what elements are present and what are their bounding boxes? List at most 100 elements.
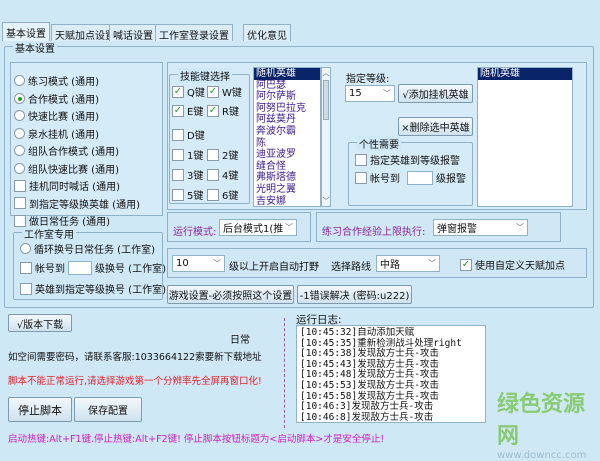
checkbox[interactable] [172,128,184,141]
stop-script-button[interactable]: 停止脚本 [8,397,72,422]
checkbox[interactable] [172,148,184,161]
mode-option[interactable]: 合作模式 (通用) [14,91,99,106]
log-entry: [10:46:8]发现敌方士兵-攻击 [300,411,434,423]
value: 15 [349,88,362,99]
checkbox[interactable] [20,261,32,274]
route-label: 选择路线 [331,262,371,273]
hero-list[interactable]: 随机英雄 阿巴瑟 阿尔萨斯 阿努巴拉克 阿兹莫丹 奔波尔霸陈迪亚波罗 缝合怪 弗斯塔德 光明之翼… [253,67,321,207]
studio-level-input[interactable] [68,260,92,275]
checkbox[interactable] [207,188,219,201]
radio[interactable] [14,110,25,121]
studio-hero-option[interactable]: 英雄到指定等级换号 (工作室) [20,281,166,296]
checkbox[interactable] [172,188,184,201]
hero-list-item[interactable]: 迪亚波罗 [254,149,320,161]
mode-option[interactable]: 练习模式 (通用) [14,73,99,88]
delete-hero-button[interactable]: ×删除选中英雄 [398,117,473,136]
level-select[interactable]: 15 ﹀ [345,85,395,102]
version-download-button[interactable]: √版本下载 [8,314,72,332]
run-mode-select[interactable]: 后台模式1(推 ﹀ [219,219,297,236]
hero-list-scrollbar[interactable]: ︿ ﹀ [321,67,331,207]
hero-list-item[interactable]: 奔波尔霸 [254,126,320,138]
checkbox[interactable] [14,214,26,227]
custom-talent-option[interactable]: ✓ 使用自定义天赋加点 [460,257,565,272]
mode-option[interactable]: 泉水挂机 (通用) [14,126,99,141]
checkbox[interactable] [172,168,184,181]
skill-key-option[interactable]: D键 [172,127,205,142]
mode-option[interactable]: 做日常任务 (通用) [14,213,110,228]
mode-option[interactable]: 挂机同时喊话 (通用) [14,178,120,193]
skill-key-option[interactable]: ✓ R键 [207,103,239,118]
studio-account-option[interactable]: 帐号到 级换号 (工作室) [20,260,166,275]
skill-key-option[interactable]: ✓ E键 [172,103,203,118]
hero-level-alert-option[interactable]: 指定英雄到等级报警 [355,152,460,167]
checkbox[interactable] [207,148,219,161]
selected-hero-list[interactable]: 随机英雄 [477,67,573,207]
checkbox[interactable] [14,197,26,209]
radio[interactable] [14,75,25,86]
radio[interactable] [14,145,25,156]
hero-list-item[interactable]: 缝合怪 [254,161,320,173]
scroll-up-icon[interactable]: ︿ [322,68,330,78]
mode-option[interactable]: 到指定等级换英雄 (通用) [14,196,140,211]
studio-loop-option[interactable]: 循环换号日常任务 (工作室) [20,241,155,256]
skill-key-option[interactable]: ✓ W键 [207,84,242,99]
value: 弹窗报警 [437,224,477,235]
mode-option[interactable]: 快速比赛 (通用) [14,108,99,123]
run-log[interactable]: [10:45:32]自动添加天赋 [10:45:35]重新检测战斗处理right[… [296,325,486,423]
label: 循环换号日常任务 (工作室) [34,245,155,256]
add-hero-button[interactable]: √添加挂机英雄 [398,84,473,103]
hero-list-item[interactable]: 阿努巴拉克 [254,103,320,115]
skill-key-option[interactable]: 6键 [207,187,238,202]
hero-list-item[interactable]: 阿兹莫丹 [254,114,320,126]
exp-limit-select[interactable]: 弹窗报警 ﹀ [433,219,528,236]
checkbox[interactable] [14,179,26,192]
scroll-thumb[interactable] [323,80,329,120]
tab-2[interactable]: 喊话设置 [109,24,157,42]
watermark-name: 绿色资源网 [497,392,586,449]
route-select[interactable]: 中路 ﹀ [376,255,440,272]
hero-list-item[interactable]: 光明之翼 [254,184,320,196]
save-config-button[interactable]: 保存配置 [74,397,142,422]
skill-key-option[interactable]: ✓ Q键 [172,84,205,99]
jungle-level-select[interactable]: 10 ﹀ [172,255,225,272]
chevron-down-icon: ﹀ [428,259,436,268]
account-level-alert-option[interactable]: 帐号到 级报警 [355,170,466,185]
hero-list-item[interactable]: 吉安娜 [254,196,320,206]
hero-list-item[interactable]: 阿尔萨斯 [254,91,320,103]
skill-key-option[interactable]: 3键 [172,167,203,182]
selected-hero-item[interactable]: 随机英雄 [478,68,572,80]
skill-key-option[interactable]: 5键 [172,187,203,202]
scroll-down-icon[interactable]: ﹀ [322,196,330,206]
checkbox[interactable]: ✓ [207,104,219,117]
radio[interactable] [14,127,25,139]
radio[interactable] [14,92,25,104]
checkbox[interactable]: ✓ [460,258,472,271]
label: R键 [222,107,239,118]
label: 练习模式 (通用) [28,77,99,88]
checkbox[interactable]: ✓ [172,104,184,117]
skill-key-option[interactable]: 1键 [172,147,203,162]
chevron-down-icon: ﹀ [213,259,221,268]
checkbox[interactable] [355,171,367,184]
skill-key-option[interactable]: 2键 [207,147,238,162]
radio[interactable] [20,243,31,254]
tab-4[interactable]: 优化意见 [243,24,291,42]
game-settings-button[interactable]: 游戏设置-必须按照这个设置 [167,285,294,304]
checkbox[interactable] [207,168,219,181]
checkbox[interactable] [355,153,367,166]
alert-level-input[interactable] [407,170,433,185]
error-fix-button[interactable]: -1错误解决 (密码:u222) [297,285,412,304]
hero-list-item[interactable]: 随机英雄 [254,68,320,80]
tab-0[interactable]: 基本设置 [2,22,50,41]
tab-3[interactable]: 工作室登录设置 [155,24,233,42]
mode-option[interactable]: 组队合作模式 (通用) [14,143,119,158]
hero-list-item[interactable]: 陈 [254,138,320,150]
mode-option[interactable]: 组队快速比赛 (通用) [14,161,119,176]
checkbox[interactable] [20,282,32,295]
radio[interactable] [14,162,25,174]
checkbox[interactable]: ✓ [172,85,184,98]
hero-list-item[interactable]: 阿巴瑟 [254,80,320,92]
checkbox[interactable]: ✓ [207,85,219,98]
skill-key-option[interactable]: 4键 [207,167,238,182]
hero-list-item[interactable]: 弗斯塔德 [254,172,320,184]
